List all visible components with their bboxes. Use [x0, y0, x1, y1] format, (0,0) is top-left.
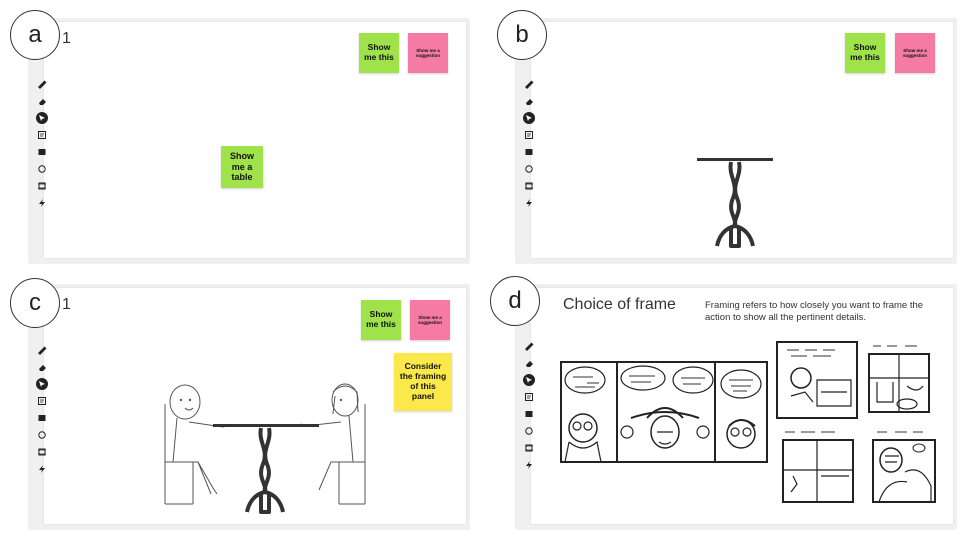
- panel-b: Show me this Show me a suggestion: [515, 18, 957, 264]
- image-icon[interactable]: [36, 146, 48, 158]
- lightning-icon[interactable]: [36, 197, 48, 209]
- eraser-icon[interactable]: [523, 95, 535, 107]
- circle-icon[interactable]: [523, 163, 535, 175]
- frame-icon[interactable]: [36, 446, 48, 458]
- pen-icon[interactable]: [523, 340, 535, 352]
- eraser-icon[interactable]: [36, 95, 48, 107]
- image-icon[interactable]: [36, 412, 48, 424]
- table-drawing[interactable]: [695, 156, 775, 251]
- cursor-icon[interactable]: [36, 378, 48, 390]
- pen-icon[interactable]: [36, 78, 48, 90]
- panel-badge-a: a: [10, 10, 60, 60]
- circle-icon[interactable]: [36, 163, 48, 175]
- panel-d: Choice of frame Framing refers to how cl…: [515, 284, 957, 530]
- lightning-icon[interactable]: [523, 459, 535, 471]
- panel-badge-b: b: [497, 10, 547, 60]
- sticky-show-me-suggestion[interactable]: Show me a suggestion: [408, 33, 448, 73]
- panel-badge-c: c: [10, 278, 60, 328]
- frame-icon[interactable]: [523, 442, 535, 454]
- sticky-show-me-this[interactable]: Show me this: [361, 300, 401, 340]
- sticky-consider-framing[interactable]: Consider the framing of this panel: [394, 353, 452, 411]
- eraser-icon[interactable]: [523, 357, 535, 369]
- comic-panels-drawing[interactable]: [555, 336, 939, 508]
- sticky-show-me-suggestion[interactable]: Show me a suggestion: [410, 300, 450, 340]
- sticky-show-me-this[interactable]: Show me this: [359, 33, 399, 73]
- page-number: 1: [62, 30, 71, 47]
- toolbar: [36, 78, 48, 209]
- page-number: 1: [62, 296, 71, 313]
- panel-a: 1 Show me this Show me a suggestion Show…: [28, 18, 470, 264]
- sticky-show-me-this[interactable]: Show me this: [845, 33, 885, 73]
- cursor-icon[interactable]: [36, 112, 48, 124]
- sticky-note-icon[interactable]: [523, 391, 535, 403]
- frame-icon[interactable]: [523, 180, 535, 192]
- lightning-icon[interactable]: [36, 463, 48, 475]
- circle-icon[interactable]: [523, 425, 535, 437]
- toolbar: [36, 344, 48, 475]
- lightning-icon[interactable]: [523, 197, 535, 209]
- eraser-icon[interactable]: [36, 361, 48, 373]
- image-icon[interactable]: [523, 146, 535, 158]
- panel-c: 1 Show me this Show me a suggestion Cons…: [28, 284, 470, 530]
- scene-drawing[interactable]: [153, 382, 383, 517]
- pen-icon[interactable]: [523, 78, 535, 90]
- circle-icon[interactable]: [36, 429, 48, 441]
- toolbar: [523, 340, 535, 471]
- sticky-note-icon[interactable]: [523, 129, 535, 141]
- sticky-note-icon[interactable]: [36, 129, 48, 141]
- toolbar: [523, 78, 535, 209]
- cursor-icon[interactable]: [523, 374, 535, 386]
- drawing-canvas[interactable]: [44, 22, 466, 258]
- page-description: Framing refers to how closely you want t…: [705, 300, 924, 324]
- pen-icon[interactable]: [36, 344, 48, 356]
- frame-icon[interactable]: [36, 180, 48, 192]
- sticky-show-me-table[interactable]: Show me a table: [221, 146, 263, 188]
- page-title: Choice of frame: [563, 296, 676, 313]
- panel-badge-d: d: [490, 276, 540, 326]
- sticky-note-icon[interactable]: [36, 395, 48, 407]
- image-icon[interactable]: [523, 408, 535, 420]
- sticky-show-me-suggestion[interactable]: Show me a suggestion: [895, 33, 935, 73]
- cursor-icon[interactable]: [523, 112, 535, 124]
